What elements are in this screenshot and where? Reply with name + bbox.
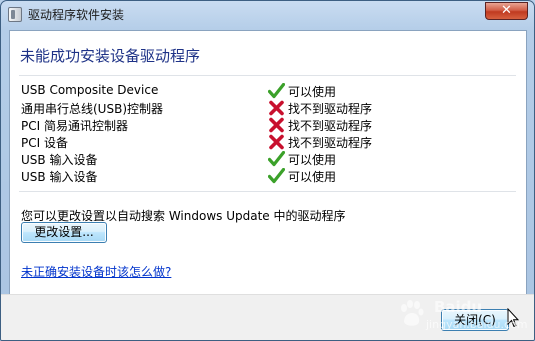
device-name: USB Composite Device (21, 83, 159, 97)
driver-install-window: 驱动程序软件安装 ✕ 未能成功安装设备驱动程序 USB Composite De… (0, 0, 535, 341)
device-name: USB 输入设备 (21, 170, 98, 184)
app-icon (8, 7, 22, 22)
green-check-icon (268, 83, 285, 99)
device-status-label: 找不到驱动程序 (288, 118, 373, 133)
window-close-button[interactable]: ✕ (485, 2, 528, 20)
page-title: 未能成功安装设备驱动程序 (20, 47, 201, 65)
device-status-label: 找不到驱动程序 (288, 135, 373, 150)
device-status: 找不到驱动程序 (268, 117, 372, 133)
close-button[interactable]: 关闭(C) (441, 309, 509, 331)
device-status-label: 可以使用 (288, 152, 337, 167)
device-status-label: 找不到驱动程序 (288, 101, 373, 116)
device-name: PCI 简易通讯控制器 (21, 119, 128, 133)
dialog-content: 未能成功安装设备驱动程序 USB Composite Device 可以使用 通用串… (9, 30, 527, 333)
red-x-icon (269, 100, 284, 116)
device-status-label: 可以使用 (288, 169, 337, 184)
divider (19, 191, 516, 192)
device-name: PCI 设备 (21, 136, 68, 150)
green-check-icon (268, 168, 285, 184)
help-link[interactable]: 未正确安装设备时该怎么做? (21, 263, 171, 280)
device-status-label: 可以使用 (288, 84, 337, 99)
close-icon: ✕ (501, 3, 512, 18)
device-status: 可以使用 (268, 83, 336, 99)
device-status: 找不到驱动程序 (268, 134, 372, 150)
divider (19, 75, 516, 76)
dialog-footer: 关闭(C) (1, 294, 534, 340)
red-x-icon (269, 117, 284, 133)
change-settings-button[interactable]: 更改设置... (21, 222, 107, 243)
device-status: 找不到驱动程序 (268, 100, 372, 116)
green-check-icon (268, 151, 285, 167)
device-status: 可以使用 (268, 151, 336, 167)
window-title: 驱动程序软件安装 (28, 8, 125, 22)
device-name: USB 输入设备 (21, 153, 98, 167)
red-x-icon (269, 134, 284, 150)
device-name: 通用串行总线(USB)控制器 (21, 102, 163, 116)
device-status: 可以使用 (268, 168, 336, 184)
mouse-cursor-icon (507, 308, 519, 328)
title-bar[interactable]: 驱动程序软件安装 ✕ (1, 1, 534, 29)
